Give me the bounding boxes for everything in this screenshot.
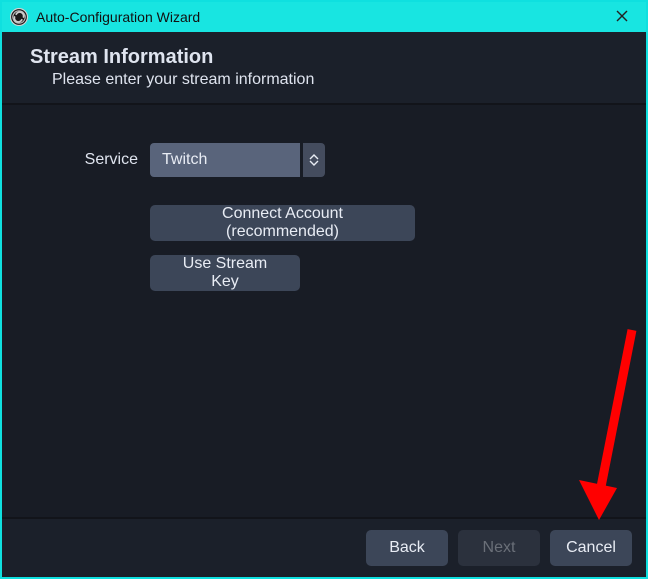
use-stream-key-button[interactable]: Use Stream Key bbox=[150, 255, 300, 291]
service-select[interactable]: Twitch bbox=[150, 143, 325, 177]
wizard-body: Service Twitch Connect Account (recommen… bbox=[2, 105, 646, 517]
service-select-stepper[interactable] bbox=[303, 143, 325, 177]
chevron-down-icon bbox=[309, 160, 319, 166]
service-row: Service Twitch bbox=[32, 143, 616, 177]
close-icon bbox=[616, 10, 628, 25]
back-button[interactable]: Back bbox=[366, 530, 448, 566]
connect-account-button[interactable]: Connect Account (recommended) bbox=[150, 205, 415, 241]
page-subtitle: Please enter your stream information bbox=[52, 71, 626, 89]
window-close-button[interactable] bbox=[604, 5, 640, 29]
obs-app-icon bbox=[10, 8, 28, 26]
wizard-window: Auto-Configuration Wizard Stream Informa… bbox=[0, 0, 648, 579]
titlebar: Auto-Configuration Wizard bbox=[2, 2, 646, 32]
auth-button-stack: Connect Account (recommended) Use Stream… bbox=[150, 205, 616, 291]
service-select-value[interactable]: Twitch bbox=[150, 143, 300, 177]
wizard-header: Stream Information Please enter your str… bbox=[2, 32, 646, 105]
service-label: Service bbox=[32, 151, 150, 169]
page-title: Stream Information bbox=[30, 46, 626, 69]
cancel-button[interactable]: Cancel bbox=[550, 530, 632, 566]
next-button: Next bbox=[458, 530, 540, 566]
window-title: Auto-Configuration Wizard bbox=[36, 9, 604, 25]
wizard-footer: Back Next Cancel bbox=[2, 517, 646, 577]
